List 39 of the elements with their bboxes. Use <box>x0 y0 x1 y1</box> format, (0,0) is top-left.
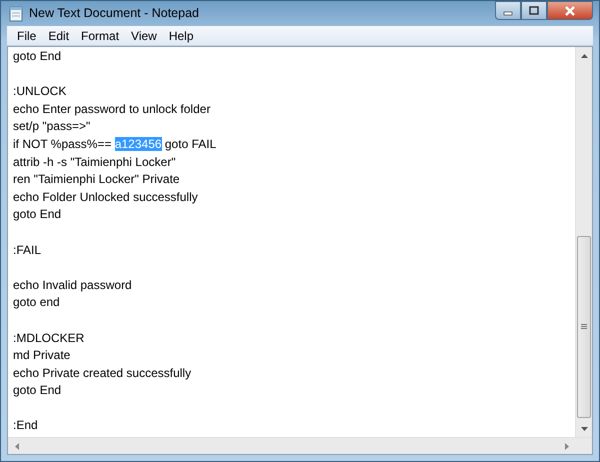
minimize-button[interactable] <box>495 1 521 20</box>
menu-item[interactable]: Edit <box>42 26 76 44</box>
menu-item[interactable]: File <box>11 26 42 44</box>
code-text: if NOT %pass%== <box>13 136 112 151</box>
code-line: echo Enter password to unlock folder <box>13 102 210 116</box>
selected-text: a123456 <box>114 136 162 151</box>
code-line: goto End <box>13 383 62 398</box>
close-button[interactable] <box>547 1 593 20</box>
code-line: goto End <box>13 207 62 222</box>
code-line: :End <box>13 418 38 432</box>
code-line: :UNLOCK <box>13 84 66 98</box>
code-line: ren "Taimienphi Locker" Private <box>13 172 180 186</box>
code-text: goto FAIL <box>164 136 216 151</box>
code-line: :FAIL <box>13 242 42 257</box>
scroll-thumb[interactable] <box>577 236 591 418</box>
close-icon <box>564 6 576 16</box>
maximize-icon <box>529 6 539 16</box>
code-line: echo Folder Unlocked successfully <box>13 190 198 204</box>
menu-item[interactable]: View <box>125 26 163 44</box>
code-line: echo Invalid password <box>13 278 132 292</box>
code-line: :MDLOCKER <box>13 330 84 344</box>
scroll-up-icon[interactable] <box>580 54 588 58</box>
code-line: goto End <box>13 49 62 63</box>
notepad-icon <box>9 6 23 22</box>
maximize-button[interactable] <box>521 1 547 20</box>
code-line: set/p "pass=>" <box>13 119 90 134</box>
code-line: attrib -h -s "Taimienphi Locker" <box>13 154 176 169</box>
menu-item[interactable]: Help <box>162 26 200 44</box>
code-line: md Private <box>13 348 70 362</box>
code-line: goto end <box>13 295 60 310</box>
scroll-right-icon[interactable] <box>564 443 568 450</box>
window-title: New Text Document - Notepad <box>29 5 199 22</box>
vertical-scrollbar[interactable] <box>575 47 592 437</box>
horizontal-scrollbar[interactable] <box>8 437 592 454</box>
scroll-left-icon[interactable] <box>14 443 18 450</box>
grip-icon <box>581 324 587 330</box>
code-line: echo Private created successfully <box>13 366 192 380</box>
menu-item[interactable]: Format <box>75 26 126 44</box>
scroll-down-icon[interactable] <box>580 426 588 430</box>
